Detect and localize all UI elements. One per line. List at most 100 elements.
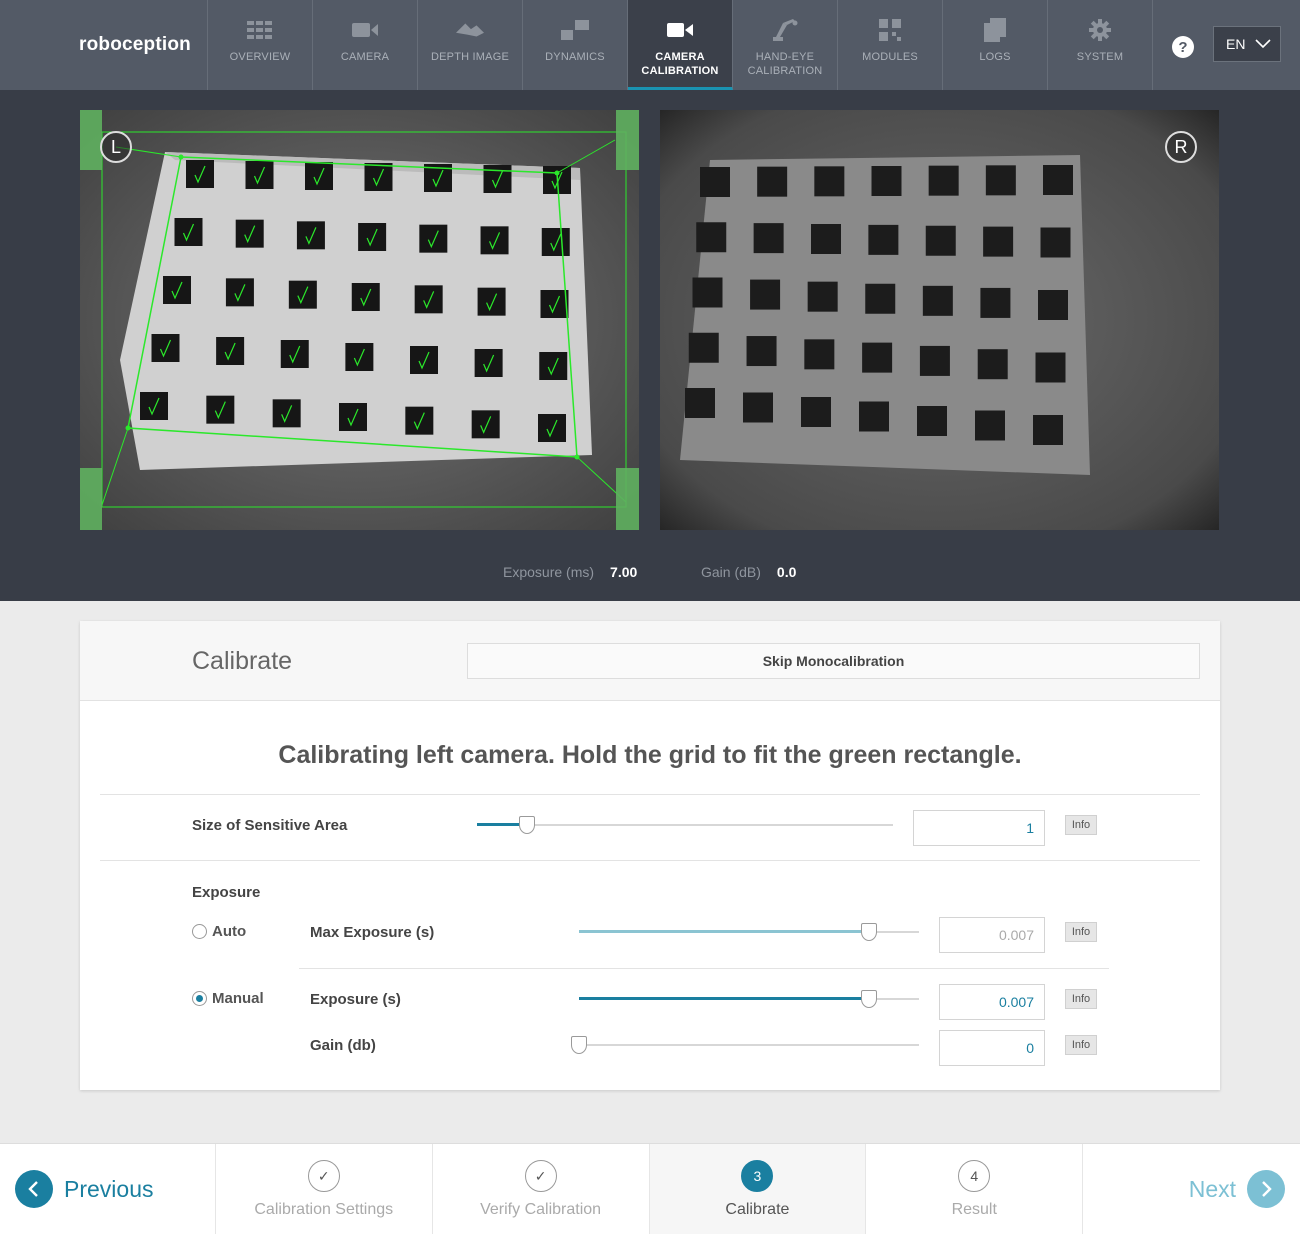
top-navigation-bar: roboception OVERVIEW CAMERA DEPTH IMAGE … [0,0,1300,90]
checkerboard-square [757,166,788,197]
exposure-label: Exposure (s) [310,991,401,1008]
checkerboard-square [225,278,254,307]
checkerboard-square [1033,415,1063,445]
checkerboard-square [983,226,1014,257]
wizard-step-verify-calibration[interactable]: ✓ Verify Calibration [433,1144,650,1234]
wizard-step-result[interactable]: 4 Result [866,1144,1084,1234]
sensitive-area-slider[interactable] [477,815,893,835]
checkerboard-square [868,224,899,255]
checkerboard-square [272,399,301,428]
wizard-step-calibrate[interactable]: 3 Calibrate [649,1144,867,1234]
nav-tab-label: OVERVIEW [229,51,291,63]
gain-readout-label: Gain (dB) [701,564,761,580]
chevron-down-icon [1255,39,1272,49]
previous-button[interactable]: Previous [0,1144,216,1234]
auto-label: Auto [212,923,247,940]
checkerboard-square [235,219,264,248]
max-exposure-info-button[interactable]: Info [1065,922,1097,942]
exposure-section-label: Exposure [192,884,261,901]
checkerboard-square [540,290,569,318]
step-label: Calibration Settings [254,1201,394,1218]
checkerboard-square [685,388,715,418]
checkerboard-square [305,162,333,190]
gain-info-button[interactable]: Info [1065,1035,1097,1055]
checkerboard-square [1038,290,1068,320]
checkerboard-square [186,160,214,188]
checkerboard-square [985,165,1016,196]
checkerboard-square [345,343,374,371]
nav-tab-camera-calibration[interactable]: CAMERA CALIBRATION [628,0,733,90]
max-exposure-input[interactable]: 0.007 [939,917,1045,953]
right-camera-image: R [660,110,1219,530]
auto-exposure-radio[interactable]: Auto [192,923,246,940]
camera-view-area: L R Exposure (ms) 7.00 Gain (dB) 0.0 [0,90,1300,601]
radio-circle-selected [192,991,207,1006]
nav-tab-label: DEPTH IMAGE [431,51,509,63]
gain-input[interactable]: 0 [939,1030,1045,1066]
nav-tab-label: LOGS [979,51,1011,63]
checkerboard-square [859,401,889,432]
nav-tab-hand-eye-calibration[interactable]: HAND-EYE CALIBRATION [733,0,838,90]
checkerboard-square [1043,165,1073,195]
checkerboard-square [480,226,509,255]
radio-circle [192,924,207,939]
panel-title: Calibrate [192,647,293,675]
checkerboard-square [917,406,947,436]
nav-tab-dynamics[interactable]: DYNAMICS [523,0,628,90]
wizard-step-calibration-settings[interactable]: ✓ Calibration Settings [216,1144,433,1234]
checkerboard-square [980,287,1011,318]
nav-tab-system[interactable]: SYSTEM [1048,0,1153,90]
slider-thumb[interactable] [861,923,878,941]
divider [299,968,1109,969]
checkerboard-square [1035,352,1066,383]
chevron-left-icon [15,1170,53,1208]
nav-tab-logs[interactable]: LOGS [943,0,1048,90]
slider-thumb[interactable] [571,1036,587,1054]
max-exposure-slider[interactable] [579,922,919,942]
documents-icon [981,18,1009,42]
nav-tab-label: CAMERA CALIBRATION [641,51,719,77]
checkerboard-square [174,218,203,246]
checkerboard-square [538,414,566,442]
roboception-logo[interactable]: roboception [0,0,208,90]
checkerboard-square [477,287,506,316]
step-label: Calibrate [725,1201,790,1218]
step-label: Result [951,1201,997,1218]
exposure-info-button[interactable]: Info [1065,989,1097,1009]
checkerboard-square [140,392,168,420]
next-button[interactable]: Next [1083,1144,1300,1234]
skip-monocalibration-button[interactable]: Skip Monocalibration [467,643,1200,679]
qr-code-icon [876,18,904,42]
checkerboard-square [216,337,245,365]
checkerboard-square [865,283,896,314]
gain-readout-value: 0.0 [776,564,797,580]
gain-label: Gain (db) [310,1037,376,1054]
help-icon[interactable]: ? [1172,36,1194,58]
checkerboard-square [688,332,719,363]
checkerboard-square [163,276,191,304]
sensitive-area-input[interactable]: 1 [913,810,1045,846]
checkerboard-square [474,349,503,377]
divider [100,860,1200,861]
gain-slider[interactable] [571,1035,919,1055]
slider-thumb[interactable] [518,816,535,834]
nav-tab-modules[interactable]: MODULES [838,0,943,90]
nav-tab-depth-image[interactable]: DEPTH IMAGE [418,0,523,90]
max-exposure-label: Max Exposure (s) [310,924,435,941]
exposure-input[interactable]: 0.007 [939,984,1045,1020]
checkerboard-square [280,340,309,368]
nav-tab-label: CAMERA [340,51,390,63]
manual-exposure-radio[interactable]: Manual [192,990,264,1007]
checkerboard-square [410,346,438,374]
nav-tab-camera[interactable]: CAMERA [313,0,418,90]
checkerboard-square [804,339,835,370]
sensitive-area-info-button[interactable]: Info [1065,815,1097,835]
checkerboard-square [206,395,235,424]
exposure-slider[interactable] [579,989,919,1009]
nav-tab-overview[interactable]: OVERVIEW [208,0,313,90]
checkerboard-square [801,397,831,427]
language-select[interactable]: EN [1213,26,1281,62]
slider-thumb[interactable] [861,990,878,1008]
step-label: Verify Calibration [480,1201,602,1218]
nav-tab-label: SYSTEM [1076,51,1124,63]
